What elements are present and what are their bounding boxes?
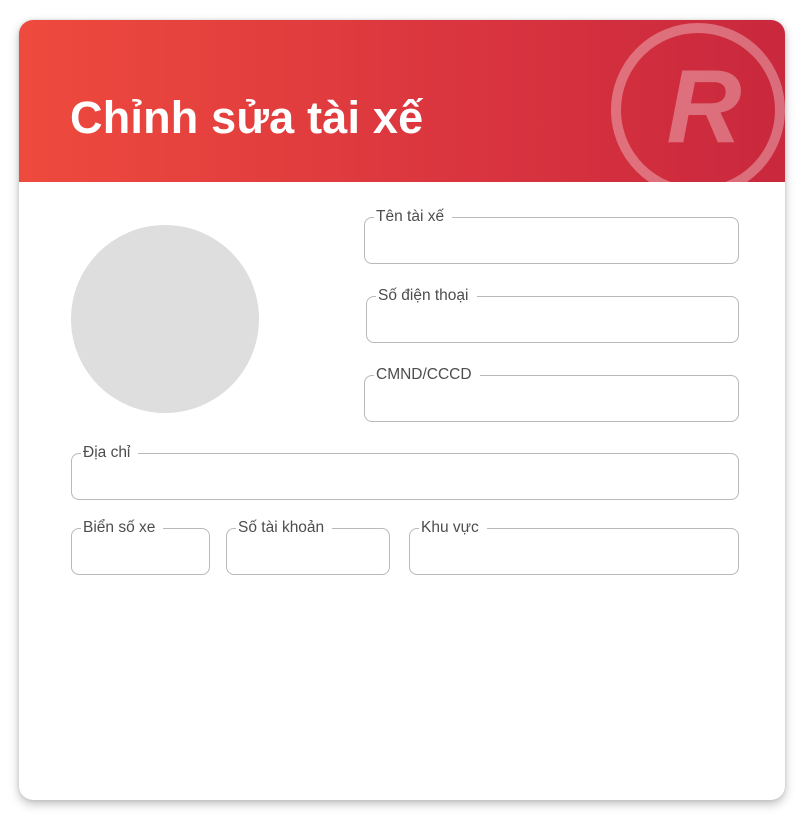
phone-label: Số điện thoại <box>378 287 469 304</box>
account-number-legend: Số tài khoản <box>236 519 332 537</box>
address-label: Địa chỉ <box>83 444 131 461</box>
license-plate-input[interactable] <box>81 539 197 567</box>
id-number-field: CMND/CCCD <box>364 366 739 422</box>
driver-name-label: Tên tài xế <box>376 208 445 225</box>
account-number-label: Số tài khoản <box>238 519 325 536</box>
account-number-field: Số tài khoản <box>226 519 390 575</box>
phone-field: Số điện thoại <box>366 287 739 343</box>
id-number-legend: CMND/CCCD <box>374 366 480 384</box>
license-plate-field: Biển số xe <box>71 519 210 575</box>
watermark-letter: R <box>666 49 741 165</box>
address-legend: Địa chỉ <box>81 444 138 462</box>
region-label: Khu vực <box>421 519 479 536</box>
region-field: Khu vực <box>409 519 739 575</box>
driver-name-input[interactable] <box>374 228 726 256</box>
account-number-input[interactable] <box>236 539 377 567</box>
phone-legend: Số điện thoại <box>376 287 477 305</box>
region-legend: Khu vực <box>419 519 487 537</box>
id-number-input[interactable] <box>374 386 726 414</box>
driver-name-legend: Tên tài xế <box>374 208 452 226</box>
edit-driver-card: Chỉnh sửa tài xế R Tên tài xế Số điện th… <box>19 20 785 800</box>
phone-input[interactable] <box>376 307 726 335</box>
license-plate-label: Biển số xe <box>83 519 156 536</box>
driver-name-field: Tên tài xế <box>364 208 739 264</box>
address-field: Địa chỉ <box>71 444 739 500</box>
card-header: Chỉnh sửa tài xế R <box>19 20 785 182</box>
id-number-label: CMND/CCCD <box>376 366 472 383</box>
address-input[interactable] <box>81 464 726 492</box>
license-plate-legend: Biển số xe <box>81 519 163 537</box>
avatar-placeholder[interactable] <box>71 225 259 413</box>
page-title: Chỉnh sửa tài xế <box>70 92 424 143</box>
registered-r-icon: R <box>611 23 785 182</box>
region-input[interactable] <box>419 539 726 567</box>
